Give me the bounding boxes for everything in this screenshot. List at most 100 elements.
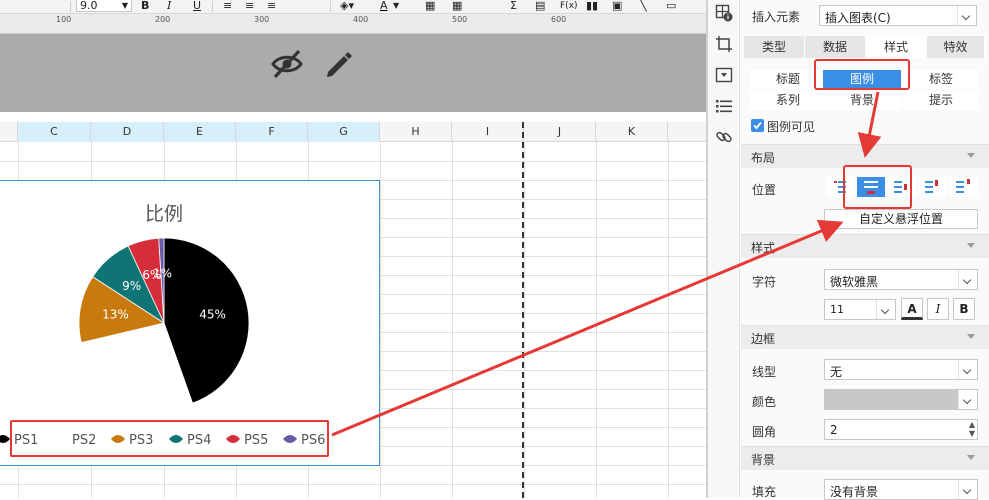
ruler: 100 200 300 400 500 600	[0, 14, 706, 34]
fill-color-icon[interactable]: ◈▾	[340, 0, 354, 12]
font-size-select[interactable]: 9.0 ▼	[76, 0, 132, 12]
radius-stepper[interactable]: 2 ▲ ▼	[824, 419, 978, 440]
pie-slices	[78, 237, 250, 409]
toolbar-separator	[70, 1, 71, 12]
chevron-down-icon[interactable]: ▼	[393, 0, 399, 12]
collapse-arrow-icon	[967, 334, 975, 339]
border-icon[interactable]: ▦	[425, 0, 435, 12]
fill-select[interactable]: 没有背景	[824, 479, 978, 500]
formula-button[interactable]: F(x)	[560, 0, 578, 12]
table-icon[interactable]: ▦	[452, 0, 462, 12]
bold-button[interactable]: B	[953, 298, 975, 320]
legend-visible-checkbox[interactable]	[751, 119, 764, 132]
line-type-select[interactable]: 无	[824, 359, 978, 380]
image-icon[interactable]: ▣	[612, 0, 622, 12]
insert-element-select[interactable]: 插入图表(C)	[819, 5, 977, 26]
position-label: 位置	[752, 183, 777, 197]
border-section-header[interactable]: 边框	[741, 325, 989, 349]
bar-chart-icon[interactable]: ▮▮	[586, 0, 598, 12]
shape-icon[interactable]: ▭	[666, 0, 676, 12]
ruler-label: 100	[56, 15, 72, 24]
subtab-tooltip[interactable]: 提示	[903, 91, 979, 110]
column-header-i[interactable]: I	[452, 122, 524, 142]
column-header-blank[interactable]	[0, 122, 18, 142]
border-color-picker[interactable]	[824, 389, 978, 410]
formatting-toolbar: 9.0 ▼ B I U ≡ ≡ ≡ ◈▾ A ▼ ▦ ▦ Σ ▤ F(x) ▮▮…	[0, 0, 706, 14]
page-break-line	[522, 122, 524, 498]
column-header-h[interactable]: H	[380, 122, 452, 142]
tab-data[interactable]: 数据	[805, 36, 866, 58]
column-header-j[interactable]: J	[524, 122, 596, 142]
italic-button[interactable]: I	[927, 298, 949, 320]
subtab-series[interactable]: 系列	[749, 91, 827, 110]
list-settings-icon[interactable]	[715, 97, 733, 115]
side-toolbar	[708, 0, 740, 498]
insert-element-label: 插入元素	[752, 10, 801, 24]
column-header-row: C D E F G H I J K	[0, 122, 706, 142]
slice-label-ps1: 45%	[199, 308, 226, 322]
sum-icon[interactable]: Σ	[510, 0, 517, 12]
property-panel: 插入元素 插入图表(C) 类型 数据 样式 特效 标题 图例 标签 系列 背景 …	[741, 0, 989, 500]
crop-icon[interactable]	[715, 35, 733, 53]
collapse-arrow-icon	[967, 153, 975, 158]
fill-label: 填充	[752, 485, 777, 499]
column-header-g[interactable]: G	[308, 122, 380, 142]
tab-effects[interactable]: 特效	[927, 36, 985, 58]
chevron-down-icon	[958, 480, 977, 499]
color-label: 颜色	[752, 395, 777, 409]
column-header-k[interactable]: K	[596, 122, 668, 142]
column-header-c[interactable]: C	[18, 122, 91, 142]
font-color-button[interactable]: A	[380, 0, 388, 12]
column-header-d[interactable]: D	[91, 122, 164, 142]
align-legend-top-icon	[956, 179, 970, 193]
stepper-arrows-icon[interactable]: ▲ ▼	[969, 420, 975, 438]
slice-label-ps4: 9%	[122, 279, 141, 293]
calendar-icon[interactable]: ▤	[535, 0, 545, 12]
bold-button[interactable]: B	[141, 0, 149, 12]
subtab-background[interactable]: 背景	[823, 91, 901, 110]
font-size-select[interactable]: 11	[824, 299, 896, 320]
toolbar-separator	[330, 1, 331, 12]
ruler-label: 300	[254, 15, 270, 24]
italic-button[interactable]: I	[167, 0, 171, 12]
background-section-title: 背景	[751, 453, 776, 467]
align-center-icon[interactable]: ≡	[245, 0, 254, 12]
hidden-eye-icon[interactable]	[270, 48, 304, 80]
dropdown-widget-icon[interactable]	[715, 66, 733, 84]
legend-position-top-right-button[interactable]	[919, 177, 947, 197]
ruler-label: 200	[155, 15, 171, 24]
style-section-title: 样式	[751, 241, 776, 255]
chevron-down-icon	[958, 360, 977, 379]
pencil-icon[interactable]	[322, 48, 354, 80]
column-header-f[interactable]: F	[236, 122, 308, 142]
column-header-e[interactable]: E	[164, 122, 236, 142]
properties-icon[interactable]	[715, 4, 733, 22]
font-family-value: 微软雅黑	[830, 275, 879, 289]
font-family-select[interactable]: 微软雅黑	[824, 269, 978, 290]
toolbar-separator	[212, 1, 213, 12]
slice-label-ps6: 1%	[153, 267, 172, 281]
style-section-header[interactable]: 样式	[741, 234, 989, 258]
tab-style[interactable]: 样式	[866, 36, 927, 58]
collapse-arrow-icon	[967, 243, 975, 248]
ruler-label: 600	[551, 15, 567, 24]
check-icon	[753, 121, 762, 130]
underline-button[interactable]: U	[193, 0, 201, 12]
subtab-label[interactable]: 标签	[903, 70, 979, 89]
align-left-icon[interactable]: ≡	[223, 0, 232, 12]
layout-section-title: 布局	[751, 151, 776, 165]
tab-type[interactable]: 类型	[744, 36, 805, 58]
align-right-icon[interactable]: ≡	[267, 0, 276, 12]
legend-position-top-button[interactable]	[950, 177, 978, 197]
radius-label: 圆角	[752, 425, 777, 439]
ruler-label: 400	[353, 15, 369, 24]
spreadsheet[interactable]: C D E F G H I J K 比例 45% 13% 9% 6% 1% PS…	[0, 112, 706, 498]
font-color-button[interactable]: A	[901, 298, 923, 320]
line-icon[interactable]: ╲	[640, 0, 647, 12]
chevron-down-icon: ▼	[121, 1, 128, 10]
font-label: 字符	[752, 275, 777, 289]
font-size-value: 9.0	[80, 0, 98, 12]
link-icon[interactable]	[715, 128, 733, 146]
custom-float-position-button[interactable]: 自定义悬浮位置	[824, 209, 978, 229]
background-section-header[interactable]: 背景	[741, 446, 989, 470]
